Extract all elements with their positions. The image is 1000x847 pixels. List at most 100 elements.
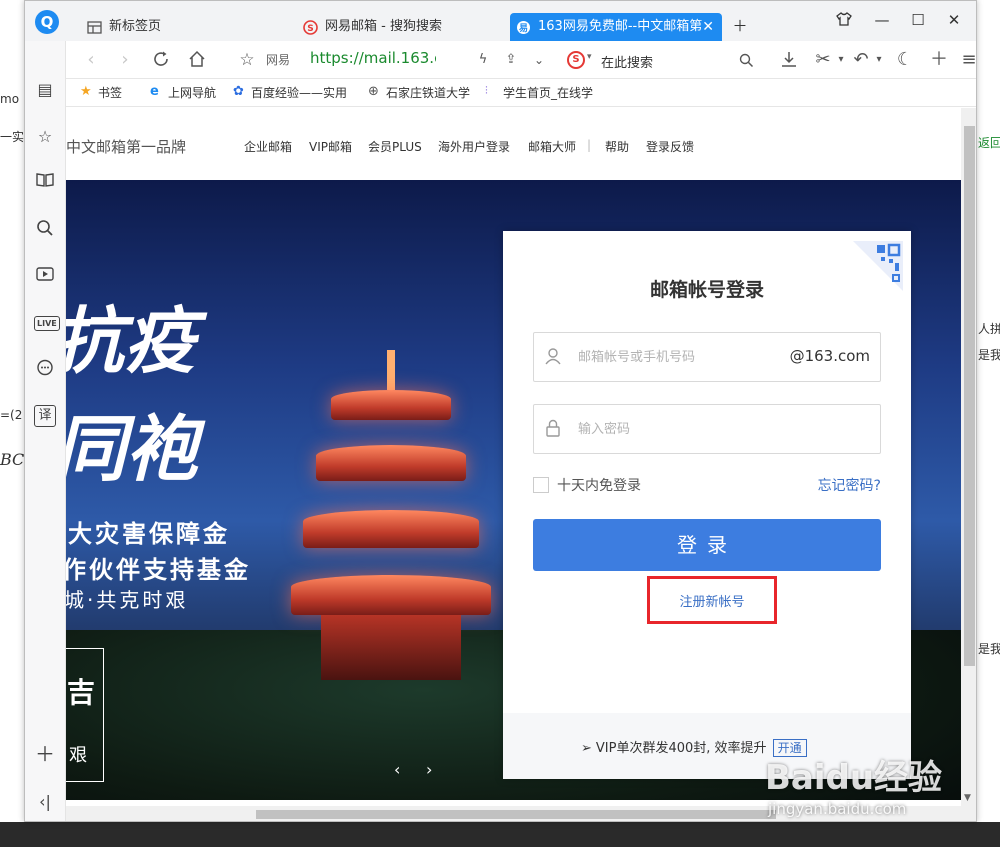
password-input[interactable] xyxy=(578,417,778,441)
extensions-plus-icon[interactable]: ＋ xyxy=(928,50,950,70)
news-icon[interactable]: ▤ xyxy=(34,79,56,101)
minimize-button[interactable]: — xyxy=(871,11,893,31)
tab-sogou-search[interactable]: S 网易邮箱 - 搜狗搜索 xyxy=(297,13,497,41)
tab-label: 新标签页 xyxy=(109,19,162,34)
dropdown-caret-icon[interactable]: ▾ xyxy=(587,52,592,62)
register-link[interactable]: 注册新帐号 xyxy=(650,591,774,610)
scroll-thumb[interactable] xyxy=(256,810,776,819)
vip-promo-text: VIP单次群发400封, 效率提升 xyxy=(595,741,767,756)
bg-fragment: 是我们 xyxy=(978,642,1000,656)
bookmark-item[interactable]: e 上网导航 xyxy=(150,84,216,101)
login-title: 邮箱帐号登录 xyxy=(649,279,764,301)
hero-banner: 抗疫 同袍 大灾害保障金 作伙伴支持基金 城·共克时艰 吉 艰 ‹ › 邮箱帐号… xyxy=(66,180,961,800)
close-window-button[interactable]: ✕ xyxy=(943,11,965,31)
svg-text:S: S xyxy=(307,24,313,34)
live-icon[interactable]: LIVE xyxy=(34,313,60,335)
browser-window: Q 新标签页 S 网易邮箱 - 搜狗搜索 易 163网易免费邮--中文邮箱第 ✕… xyxy=(24,0,977,822)
checkbox-box[interactable] xyxy=(533,477,549,493)
remember-checkbox[interactable]: 十天内免登录 xyxy=(533,475,641,495)
bg-fragment: 返回 xyxy=(978,136,1000,150)
lock-icon xyxy=(546,419,560,437)
search-placeholder: 在此搜索 xyxy=(601,56,654,71)
close-tab-icon[interactable]: ✕ xyxy=(702,13,714,41)
nav-help[interactable]: 帮助 xyxy=(605,138,629,155)
undo-menu-icon[interactable]: ▾ xyxy=(868,50,890,70)
menu-icon[interactable]: ≡ xyxy=(958,50,976,70)
chat-icon[interactable] xyxy=(34,359,56,381)
tab-new-tab[interactable]: 新标签页 xyxy=(81,13,271,41)
search-icon[interactable] xyxy=(34,219,56,241)
paper-plane-icon: ➢ xyxy=(581,741,592,756)
banner-next-arrow[interactable]: › xyxy=(426,760,432,779)
maximize-button[interactable]: ☐ xyxy=(907,11,929,31)
nav-login-feedback[interactable]: 登录反馈 xyxy=(646,138,694,155)
yellow-crane-tower-image xyxy=(291,350,491,680)
scissors-menu-icon[interactable]: ▾ xyxy=(830,50,852,70)
add-icon[interactable]: ＋ xyxy=(34,743,56,765)
home-icon[interactable] xyxy=(186,50,208,73)
back-icon[interactable]: ‹ xyxy=(80,50,102,70)
night-mode-icon[interactable]: ☾ xyxy=(894,50,916,70)
banner-frame-char: 吉 xyxy=(67,676,96,709)
baidu-watermark-url: jingyan.baidu.com xyxy=(768,800,907,818)
tab-163-mail[interactable]: 易 163网易免费邮--中文邮箱第 ✕ xyxy=(510,13,722,41)
nav-member-plus[interactable]: 会员PLUS xyxy=(368,138,422,155)
scroll-down-arrow-icon[interactable]: ▼ xyxy=(964,793,971,803)
background-window-left: mo 一实用 =(2 BC xyxy=(0,0,36,847)
lightning-icon[interactable]: ϟ xyxy=(472,50,494,70)
bookmark-item[interactable]: ⫶ 学生首页_在线学 xyxy=(485,84,613,101)
nav-enterprise-mail[interactable]: 企业邮箱 xyxy=(244,138,292,155)
bookmark-star-icon[interactable]: ☆ xyxy=(236,50,258,70)
banner-slogan-4: 作伙伴支持基金 xyxy=(66,556,251,584)
banner-slogan-5: 城·共克时艰 xyxy=(66,588,189,612)
forgot-password-link[interactable]: 忘记密码? xyxy=(818,475,881,495)
background-window-right: 返回 人拼 是我们 是我们 xyxy=(975,0,1000,847)
star-icon: ★ xyxy=(80,84,92,99)
search-go-icon[interactable] xyxy=(739,53,754,68)
svg-text:易: 易 xyxy=(519,23,528,34)
remember-label: 十天内免登录 xyxy=(557,478,641,494)
nav-toolbar: ‹ › ☆ 网易 https://mail.163.com ϟ ⇪ ⌄ S ▾ … xyxy=(66,41,976,79)
site-label: 网易 xyxy=(266,53,291,67)
star-icon[interactable]: ☆ xyxy=(34,126,56,148)
scroll-thumb[interactable] xyxy=(964,126,975,666)
bookmark-item[interactable]: ⊕ 石家庄铁道大学 xyxy=(368,84,470,101)
bookmark-item[interactable]: ✿ 百度经验——实用 xyxy=(233,84,347,101)
globe-icon: ⊕ xyxy=(368,84,379,99)
login-button[interactable]: 登录 xyxy=(533,519,881,571)
banner-frame-char: 艰 xyxy=(69,745,87,766)
video-icon[interactable] xyxy=(34,266,56,288)
tab-label: 163网易免费邮--中文邮箱第 xyxy=(538,19,703,34)
baidu-watermark: Baidu经验 xyxy=(765,758,943,798)
new-tab-button[interactable]: ＋ xyxy=(729,15,751,35)
download-icon[interactable] xyxy=(778,50,800,73)
tab-label: 网易邮箱 - 搜狗搜索 xyxy=(325,19,442,34)
nav-vip-mail[interactable]: VIP邮箱 xyxy=(309,138,352,155)
nav-mail-master[interactable]: 邮箱大师 xyxy=(528,138,576,155)
taskbar-strip xyxy=(0,822,1000,847)
account-field[interactable]: @163.com xyxy=(533,332,881,382)
banner-slogan-1: 抗疫 xyxy=(66,299,197,383)
forward-icon[interactable]: › xyxy=(114,50,136,70)
bookmark-folder[interactable]: ★ 书签 xyxy=(80,84,122,101)
collapse-sidebar-icon[interactable]: ‹| xyxy=(34,791,56,813)
shirt-skin-icon[interactable] xyxy=(833,11,855,31)
share-icon[interactable]: ⇪ xyxy=(500,50,522,70)
password-field[interactable] xyxy=(533,404,881,454)
chart-icon: ⫶ xyxy=(485,84,488,97)
banner-prev-arrow[interactable]: ‹ xyxy=(394,760,400,779)
baidu-paw-icon: ✿ xyxy=(233,84,244,99)
chevron-down-icon[interactable]: ⌄ xyxy=(528,50,550,70)
ie-icon: e xyxy=(150,84,159,99)
bg-fragment: BC xyxy=(0,450,25,469)
book-icon[interactable] xyxy=(34,172,56,194)
brand-tagline: 中文邮箱第一品牌 xyxy=(66,138,187,156)
bg-fragment: mo xyxy=(0,92,20,106)
refresh-icon[interactable] xyxy=(150,50,172,73)
search-box[interactable]: S ▾ 在此搜索 xyxy=(563,46,763,74)
translate-icon[interactable]: 译 xyxy=(34,405,56,427)
vertical-scrollbar[interactable]: ▼ xyxy=(961,108,976,821)
account-input[interactable] xyxy=(578,345,778,369)
sogou-search-icon: S xyxy=(567,51,585,69)
nav-overseas-login[interactable]: 海外用户登录 xyxy=(438,138,510,155)
